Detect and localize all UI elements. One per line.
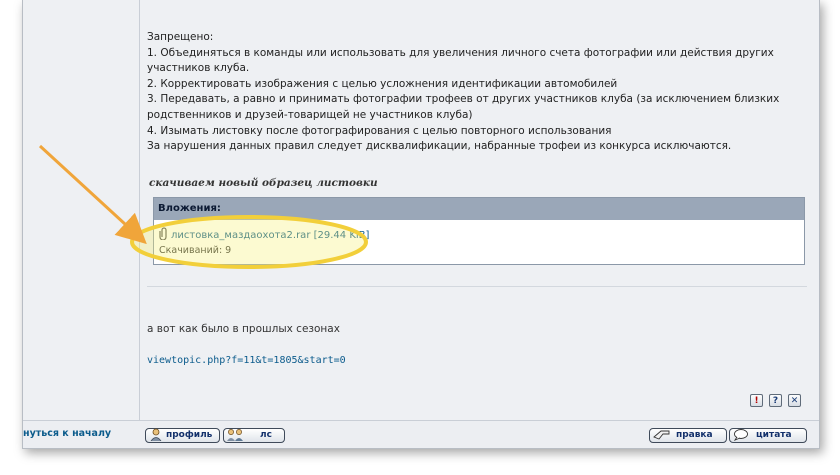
post-separator [147, 286, 807, 287]
edit-hand-icon [653, 428, 671, 441]
users-icon [226, 428, 246, 441]
quote-label: цитата [756, 430, 792, 440]
edit-label: правка [676, 430, 713, 440]
attachment-header: Вложения: [154, 198, 804, 220]
past-seasons-text: а вот как было в прошлых сезонах [147, 323, 340, 335]
penalty-text: За нарушения данных правил следует дискв… [147, 140, 732, 153]
quote-bubble-icon [733, 428, 749, 441]
attachment-box: Вложения: листовка_маздаохота2.rar [29.4… [153, 197, 805, 265]
attachment-file-link[interactable]: листовка_маздаохота2.rar [171, 230, 310, 241]
profile-label: профиль [166, 430, 213, 440]
pm-button[interactable]: лс [223, 428, 285, 443]
rule-1: 1. Объединяться в команды или использова… [147, 46, 774, 75]
rule-4: 4. Изымать листовку после фотографирован… [147, 124, 612, 137]
post-action-icons: ! ? ✕ [750, 394, 801, 407]
profile-button[interactable]: профиль [145, 428, 220, 443]
back-to-top-link[interactable]: нуться к началу [23, 428, 111, 439]
info-icon[interactable]: ? [769, 394, 782, 407]
post-body: Запрещено: 1. Объединяться в команды или… [147, 30, 807, 155]
download-title: скачиваем новый образец листовки [149, 177, 378, 189]
post-footer: нуться к началу профиль лс правка цитата [23, 420, 819, 448]
user-icon [149, 428, 163, 442]
delete-icon[interactable]: ✕ [788, 394, 801, 407]
download-count: Скачиваний: 9 [159, 245, 232, 256]
edit-button[interactable]: правка [649, 428, 727, 443]
attachment-size: [29.44 KiB] [313, 230, 370, 241]
viewtopic-link[interactable]: viewtopic.php?f=11&t=1805&start=0 [147, 355, 346, 366]
paperclip-icon [159, 227, 169, 241]
rule-2: 2. Корректировать изображения с целью ус… [147, 77, 618, 90]
post-panel: Запрещено: 1. Объединяться в команды или… [22, 0, 820, 449]
attachment-body: листовка_маздаохота2.rar [29.44 KiB] Ска… [159, 227, 369, 258]
quote-button[interactable]: цитата [729, 428, 807, 443]
author-column [23, 0, 140, 420]
pm-label: лс [260, 430, 272, 440]
rule-3: 3. Передавать, а равно и принимать фотог… [147, 93, 780, 121]
report-icon[interactable]: ! [750, 394, 763, 407]
rules-heading: Запрещено: [147, 31, 214, 43]
